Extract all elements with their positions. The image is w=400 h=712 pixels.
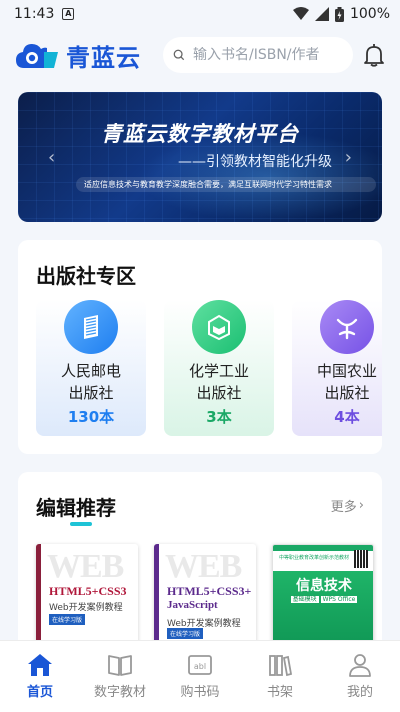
book-series: 中等职业教育改革创新示范教材 [279, 555, 350, 561]
search-bar[interactable] [163, 37, 353, 73]
publisher-count: 4本 [334, 408, 360, 426]
logo: 青蓝云 [14, 38, 141, 73]
publisher-count: 3本 [206, 408, 232, 426]
chevron-right-icon[interactable]: › [345, 147, 352, 168]
tab-home[interactable]: 首页 [5, 653, 75, 700]
tab-bookshelf[interactable]: 书架 [245, 653, 315, 700]
book-tag: 在线学习版 [49, 614, 86, 625]
bell-icon [364, 44, 384, 67]
book-title: HTML5+CSS3+ [167, 584, 252, 598]
bookshelf-icon [269, 655, 293, 677]
home-icon [28, 654, 52, 676]
status-bar: 11:43 A 100% [0, 0, 400, 28]
tab-digital-textbooks[interactable]: 数字教材 [85, 653, 155, 700]
tab-profile[interactable]: 我的 [325, 653, 395, 700]
qr-code-icon [354, 550, 368, 568]
chevron-right-icon: › [358, 498, 364, 513]
app-header: 青蓝云 [0, 30, 400, 80]
section-title-recommend: 编辑推荐 [36, 496, 116, 520]
banner-carousel[interactable]: 青蓝云数字教材平台 ——引领教材智能化升级 适应信息技术与教育教学深度融合需要，… [18, 92, 382, 222]
book-subtitle-b: WPS Office [320, 596, 358, 603]
banner-subtitle: ——引领教材智能化升级 [178, 154, 332, 170]
battery-level: 100% [349, 6, 390, 22]
book-cover-word: WEB [47, 548, 124, 585]
book-title: 信息技术 [296, 578, 352, 594]
status-left: 11:43 A [14, 6, 75, 22]
tab-label: 购书码 [180, 685, 220, 700]
signal-icon [314, 7, 329, 21]
book-cover[interactable]: 中等职业教育改革创新示范教材 信息技术 基础模块 WPS Office [272, 544, 374, 652]
publisher-name: 人民邮电 出版社 [60, 362, 121, 402]
books-stack-icon [64, 300, 118, 354]
cloud-logo-icon [16, 44, 58, 68]
status-right: 100% [292, 6, 390, 22]
agriculture-icon [320, 300, 374, 354]
tab-label: 我的 [346, 685, 373, 700]
section-title-publishers: 出版社专区 [36, 264, 136, 288]
recommend-section: 编辑推荐 更多 › WEB HTML5+CSS3 Web开发案例教程 在线学习版… [18, 472, 382, 652]
publisher-name: 中国农业 出版社 [316, 362, 377, 402]
tab-book-code[interactable]: abl 购书码 [165, 653, 235, 700]
banner-note: 适应信息技术与教育教学深度融合需要，满足互联网时代学习特性需求 [76, 177, 376, 192]
book-subtitle-a: 基础模块 [290, 596, 319, 603]
open-book-icon [108, 655, 132, 676]
battery-icon [334, 6, 344, 22]
book-title: HTML5+CSS3 [49, 584, 127, 598]
book-title-extra: JavaScript [167, 599, 218, 611]
search-icon [173, 49, 185, 61]
publisher-list: 人民邮电 出版社 130本 化学工业 出版社 3本 中国农业 出版社 4本 [36, 300, 382, 436]
more-link[interactable]: 更多 › [331, 496, 364, 515]
notification-button[interactable] [363, 43, 385, 67]
book-cover-word: WEB [165, 548, 242, 585]
publisher-name: 化学工业 出版社 [188, 362, 249, 402]
book-subtitle: 基础模块 WPS Office [273, 594, 373, 603]
status-time: 11:43 [14, 6, 55, 22]
publisher-count: 130本 [67, 408, 115, 426]
book-subtitle: Web开发案例教程 [49, 603, 123, 613]
book-open-icon [192, 300, 246, 354]
tab-label: 首页 [26, 685, 53, 700]
book-list: WEB HTML5+CSS3 Web开发案例教程 在线学习版 WEB HTML5… [36, 544, 374, 652]
tab-label: 书架 [266, 685, 293, 700]
logo-text: 青蓝云 [66, 43, 141, 72]
code-box-icon: abl [188, 655, 212, 675]
svg-text:abl: abl [194, 662, 206, 671]
bottom-tab-bar: 首页 数字教材 abl 购书码 书架 我的 [0, 640, 400, 712]
user-icon [349, 654, 371, 677]
publisher-section: 出版社专区 人民邮电 出版社 130本 化学工业 出版社 3本 中国农业 出版社… [18, 240, 382, 454]
title-underline [70, 522, 92, 526]
publisher-card-huaxue[interactable]: 化学工业 出版社 3本 [164, 300, 274, 436]
book-tag: 在线学习版 [167, 628, 204, 639]
tab-label: 数字教材 [93, 685, 146, 700]
publisher-card-renmin[interactable]: 人民邮电 出版社 130本 [36, 300, 146, 436]
sim-icon: A [62, 8, 75, 20]
search-input[interactable] [193, 47, 343, 63]
more-label: 更多 [330, 500, 357, 515]
chevron-left-icon[interactable]: ‹ [48, 147, 55, 168]
banner-title: 青蓝云数字教材平台 [101, 122, 299, 146]
publisher-card-nongye[interactable]: 中国农业 出版社 4本 [292, 300, 382, 436]
wifi-icon [292, 7, 309, 20]
book-cover[interactable]: WEB HTML5+CSS3 Web开发案例教程 在线学习版 [36, 544, 138, 652]
book-cover[interactable]: WEB HTML5+CSS3+ JavaScript Web开发案例教程 在线学… [154, 544, 256, 652]
